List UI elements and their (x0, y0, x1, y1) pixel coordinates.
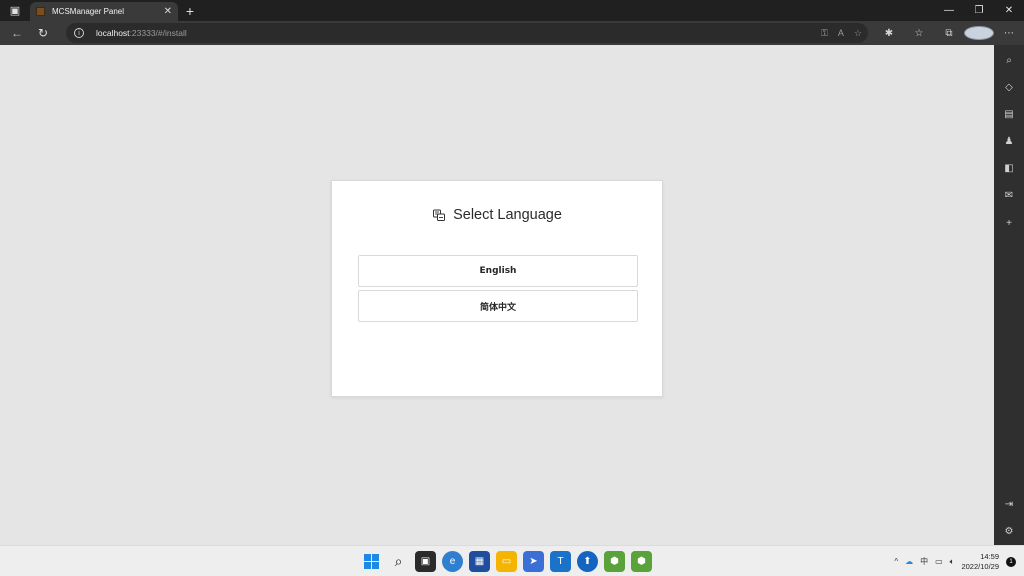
profile-avatar[interactable] (964, 26, 994, 40)
page-title: Select Language (453, 207, 562, 223)
address-host: localhost (96, 28, 130, 38)
edge-icon[interactable]: e (442, 551, 463, 572)
refresh-icon[interactable]: ↻ (30, 21, 56, 45)
sidebar-tools-icon[interactable]: ▤ (994, 104, 1024, 124)
tab-actions-icon[interactable]: ▣ (0, 0, 30, 21)
tab-close-icon[interactable]: ✕ (164, 6, 172, 17)
clock-date: 2022/10/29 (961, 561, 999, 571)
search-icon[interactable]: ⌕ (388, 551, 409, 572)
sidebar-office-icon[interactable]: ◧ (994, 158, 1024, 178)
back-icon[interactable]: ← (4, 21, 30, 45)
taskbar: ⌕ ▣ e ▦ ▭ ➤ T ⬆ ⬢ ⬢ ^ ☁ 中 ▭ 🔈︎ 14:59 202… (0, 545, 1024, 576)
minecraft-favicon-icon (36, 7, 45, 16)
english-button[interactable]: English (358, 255, 638, 287)
read-aloud-icon[interactable]: A (838, 28, 844, 38)
sidebar-hide-icon[interactable]: ⇥ (994, 494, 1024, 514)
tab-strip: ▣ MCSManager Panel ✕ + — ❐ ✕ (0, 0, 1024, 21)
translate-icon (433, 209, 446, 221)
collections-icon[interactable]: ⧉ (934, 28, 964, 39)
nodejs-icon-2[interactable]: ⬢ (631, 551, 652, 572)
ime-indicator[interactable]: 中 (920, 556, 928, 567)
clock[interactable]: 14:59 2022/10/29 (961, 552, 999, 572)
file-explorer-icon[interactable]: ▭ (496, 551, 517, 572)
sidebar-search-icon[interactable]: ⌕ (994, 50, 1024, 70)
add-favorite-icon[interactable]: ☆ (854, 28, 862, 39)
card-title: Select Language (332, 207, 662, 223)
network-icon[interactable]: ▭ (935, 557, 943, 566)
sidebar-settings-icon[interactable]: ⚙ (994, 521, 1024, 541)
app-terminal-icon[interactable]: T (550, 551, 571, 572)
edge-sidebar: ⌕ ◇ ▤ ♟ ◧ ✉ + ⇥ ⚙ (994, 45, 1024, 545)
minimize-icon[interactable]: — (934, 0, 964, 21)
close-icon[interactable]: ✕ (994, 0, 1024, 21)
tray-app-icon[interactable]: ☁ (905, 557, 913, 566)
page-viewport: Select Language English 简体中文 (0, 45, 994, 545)
favorites-icon[interactable]: ☆ (904, 28, 934, 39)
task-view-icon[interactable]: ▣ (415, 551, 436, 572)
app-arrow-icon[interactable]: ➤ (523, 551, 544, 572)
volume-icon[interactable]: 🔈︎ (950, 557, 955, 567)
taskbar-apps: ⌕ ▣ e ▦ ▭ ➤ T ⬆ ⬢ ⬢ (361, 551, 652, 572)
extensions-icon[interactable]: ✱ (874, 28, 904, 39)
simplified-chinese-button[interactable]: 简体中文 (358, 290, 638, 322)
address-bar-actions: ⚿ A ☆ (821, 23, 862, 43)
store-icon[interactable]: ▦ (469, 551, 490, 572)
language-select-card: Select Language English 简体中文 (331, 180, 663, 397)
toolbar-icons: ✱ ☆ ⧉ ⋯ (874, 21, 1024, 45)
restore-icon[interactable]: ❐ (964, 0, 994, 21)
start-icon[interactable] (361, 551, 382, 572)
nodejs-icon[interactable]: ⬢ (604, 551, 625, 572)
browser-toolbar: ← ↻ i localhost :23333/#/install ⚿ A ☆ ✱… (0, 21, 1024, 45)
avatar (964, 26, 994, 40)
notification-badge[interactable]: 1 (1006, 556, 1016, 567)
window-controls: — ❐ ✕ (934, 0, 1024, 21)
address-bar[interactable]: i localhost :23333/#/install ⚿ A ☆ (66, 23, 868, 43)
sidebar-shopping-icon[interactable]: ◇ (994, 77, 1024, 97)
tab-mcsmanager[interactable]: MCSManager Panel ✕ (30, 2, 178, 21)
site-info-icon[interactable]: i (74, 28, 84, 38)
app-circle-icon[interactable]: ⬆ (577, 551, 598, 572)
clock-time: 14:59 (980, 551, 999, 561)
address-path: :23333/#/install (129, 28, 187, 38)
more-menu-icon[interactable]: ⋯ (994, 28, 1024, 39)
key-icon[interactable]: ⚿ (821, 28, 828, 39)
tray-chevron-icon[interactable]: ^ (894, 557, 898, 566)
sidebar-add-icon[interactable]: + (994, 213, 1024, 233)
system-tray: ^ ☁ 中 ▭ 🔈︎ 14:59 2022/10/29 1 (894, 546, 1016, 576)
tab-title: MCSManager Panel (52, 7, 125, 16)
sidebar-outlook-icon[interactable]: ✉ (994, 185, 1024, 205)
sidebar-games-icon[interactable]: ♟ (994, 131, 1024, 151)
new-tab-icon[interactable]: + (178, 0, 202, 21)
